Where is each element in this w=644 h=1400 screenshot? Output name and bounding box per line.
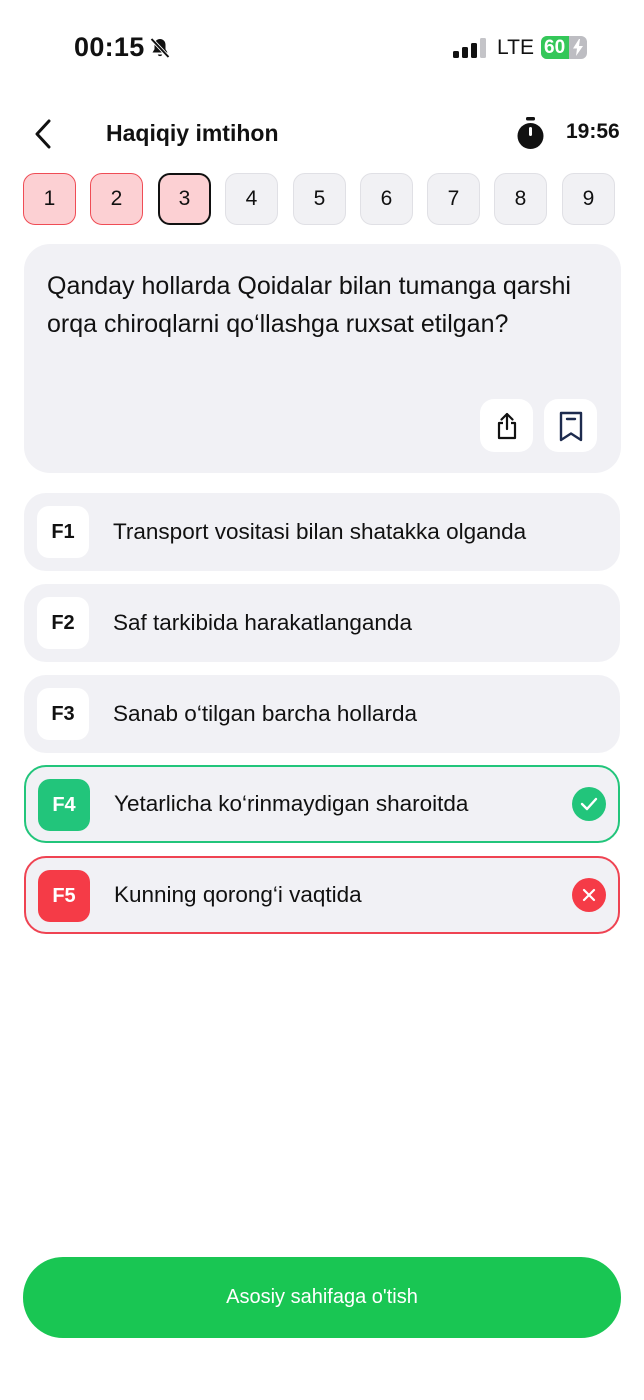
battery-indicator: 60 [541,36,587,59]
answer-text: Kunning qorong‘i vaqtida [114,882,362,907]
charging-bolt-icon [573,39,583,56]
answer-text: Yetarlicha ko‘rinmaydigan sharoitda [114,791,469,816]
page-title: Haqiqiy imtihon [106,120,279,146]
question-nav-item[interactable]: 3 [158,173,211,225]
question-nav-item[interactable]: 9 [562,173,615,225]
bookmark-icon [559,411,582,441]
answer-text: Saf tarkibida harakatlanganda [113,610,412,635]
answer-option-f3[interactable]: F3 Sanab o‘tilgan barcha hollarda [24,675,620,753]
question-nav-item[interactable]: 1 [23,173,76,225]
answer-option-f1[interactable]: F1 Transport vositasi bilan shatakka olg… [24,493,620,571]
incorrect-x-icon [572,878,606,912]
answer-key: F5 [38,870,90,922]
question-nav-item[interactable]: 7 [427,173,480,225]
answer-option-f2[interactable]: F2 Saf tarkibida harakatlanganda [24,584,620,662]
question-nav-item[interactable]: 2 [90,173,143,225]
answer-option-f4[interactable]: F4 Yetarlicha ko‘rinmaydigan sharoitda [24,765,620,843]
battery-level: 60 [544,37,566,58]
stopwatch-icon [517,117,544,149]
bookmark-button[interactable] [544,399,597,452]
question-text: Qanday hollarda Qoidalar bilan tumanga q… [47,272,571,338]
network-type: LTE [497,36,534,59]
status-bar: 00:15 LTE 60 [0,0,644,96]
answer-key: F3 [37,688,89,740]
bell-muted-icon [150,37,170,59]
share-button[interactable] [480,399,533,452]
header: Haqiqiy imtihon 19:56 [0,108,644,158]
chevron-left-icon [35,119,51,149]
question-nav-item[interactable]: 4 [225,173,278,225]
back-button[interactable] [26,112,60,156]
question-nav-item[interactable]: 6 [360,173,413,225]
cellular-signal-icon [453,38,486,58]
correct-check-icon [572,787,606,821]
question-nav-item[interactable]: 5 [293,173,346,225]
answer-key: F2 [37,597,89,649]
status-time: 00:15 [74,32,145,62]
answer-text: Sanab o‘tilgan barcha hollarda [113,701,417,726]
answer-key: F4 [38,779,90,831]
exam-timer: 19:56 [566,120,620,143]
question-card: Qanday hollarda Qoidalar bilan tumanga q… [24,244,621,473]
answer-option-f5[interactable]: F5 Kunning qorong‘i vaqtida [24,856,620,934]
question-nav: 1 2 3 4 5 6 7 8 9 [23,173,644,227]
go-home-button[interactable]: Asosiy sahifaga o'tish [23,1257,621,1338]
question-nav-item[interactable]: 8 [494,173,547,225]
answer-text: Transport vositasi bilan shatakka olgand… [113,519,527,544]
answer-key: F1 [37,506,89,558]
share-icon [497,412,516,439]
